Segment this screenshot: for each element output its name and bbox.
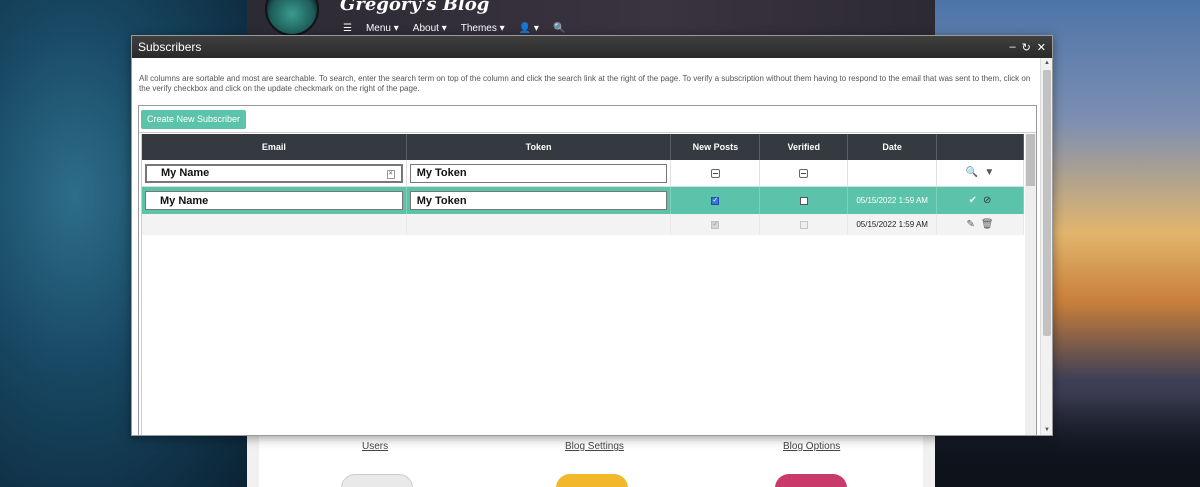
token-filter-input[interactable]: My Token <box>409 163 668 183</box>
dialog-titlebar[interactable]: Subscribers – ↻ ✕ <box>132 36 1052 58</box>
grid-scrollbar[interactable] <box>1025 134 1036 435</box>
edit-row: My Name My Token 05/15/2022 1:59 AM ✔ ⊘ <box>142 187 1024 214</box>
checkmark-icon[interactable]: ✔ <box>969 195 977 206</box>
col-date[interactable]: Date <box>848 134 938 160</box>
settings-tile-icon[interactable] <box>341 474 413 487</box>
verified-checkbox[interactable] <box>799 196 808 205</box>
col-email[interactable]: Email <box>142 134 407 160</box>
filter-icon[interactable]: ▼ <box>984 168 994 178</box>
scroll-down-icon[interactable]: ▼ <box>1041 425 1053 435</box>
date-cell: 05/15/2022 1:59 AM <box>848 187 938 214</box>
nav-menu[interactable]: Menu ▾ <box>366 23 399 34</box>
email-filter-input[interactable]: My Name × <box>145 163 403 183</box>
filter-row: My Name × My Token 🔍 ▼ <box>142 160 1024 187</box>
scroll-up-icon[interactable]: ▲ <box>1041 58 1053 68</box>
table-row[interactable]: 05/15/2022 1:59 AM ✎ 🗑 <box>142 214 1025 235</box>
dialog-title: Subscribers <box>138 40 202 54</box>
blog-nav: ☰ Menu ▾ About ▾ Themes ▾ 👤 ▾ 🔍 <box>343 23 565 34</box>
col-token[interactable]: Token <box>407 134 672 160</box>
theme-tile-icon[interactable] <box>775 474 847 487</box>
token-edit-input[interactable]: My Token <box>409 191 668 210</box>
cancel-icon[interactable]: ⊘ <box>983 195 991 206</box>
link-blog-options[interactable]: Blog Options <box>783 441 840 452</box>
new-posts-filter-checkbox[interactable] <box>710 168 720 178</box>
email-edit-input[interactable]: My Name <box>145 191 403 210</box>
search-icon[interactable]: 🔍 <box>966 168 978 178</box>
close-icon[interactable]: ✕ <box>1037 41 1046 54</box>
blog-body: Users Blog Settings Blog Options <box>247 436 935 487</box>
subscriber-grid: Create New Subscriber Email Token New Po… <box>138 105 1037 435</box>
date-filter-cell <box>848 160 938 186</box>
col-verified[interactable]: Verified <box>760 134 849 160</box>
trash-icon[interactable]: 🗑 <box>981 219 994 230</box>
search-icon[interactable]: 🔍 <box>553 23 565 34</box>
nav-themes[interactable]: Themes ▾ <box>461 23 505 34</box>
new-posts-checkbox[interactable] <box>711 196 720 205</box>
new-posts-checkbox-readonly <box>711 220 720 229</box>
col-new-posts[interactable]: New Posts <box>671 134 761 160</box>
intro-text: All columns are sortable and most are se… <box>139 74 1031 93</box>
link-users[interactable]: Users <box>362 441 388 452</box>
date-cell: 05/15/2022 1:59 AM <box>848 214 938 235</box>
create-subscriber-button[interactable]: Create New Subscriber <box>141 109 247 129</box>
token-cell <box>407 214 672 235</box>
verified-filter-checkbox[interactable] <box>799 168 809 178</box>
header-row: Email Token New Posts Verified Date <box>142 134 1025 160</box>
dialog-scrollbar[interactable]: ▲ ▼ <box>1040 58 1052 435</box>
col-actions <box>937 134 1025 160</box>
hamburger-icon[interactable]: ☰ <box>343 23 352 34</box>
clear-icon[interactable]: × <box>386 169 395 179</box>
minimize-icon[interactable]: – <box>1009 41 1015 54</box>
verified-checkbox-readonly <box>799 220 808 229</box>
email-cell <box>142 214 407 235</box>
nav-about[interactable]: About ▾ <box>413 23 447 34</box>
refresh-icon[interactable]: ↻ <box>1022 41 1031 54</box>
edit-icon[interactable]: ✎ <box>967 219 975 230</box>
user-icon[interactable]: 👤 ▾ <box>519 23 539 34</box>
blog-title[interactable]: Gregory's Blog <box>340 0 489 15</box>
link-blog-settings[interactable]: Blog Settings <box>565 441 624 452</box>
subscribers-dialog: Subscribers – ↻ ✕ All columns are sortab… <box>131 35 1053 436</box>
plugin-tile-icon[interactable] <box>556 474 628 487</box>
grid-table: Email Token New Posts Verified Date My N… <box>141 134 1025 435</box>
